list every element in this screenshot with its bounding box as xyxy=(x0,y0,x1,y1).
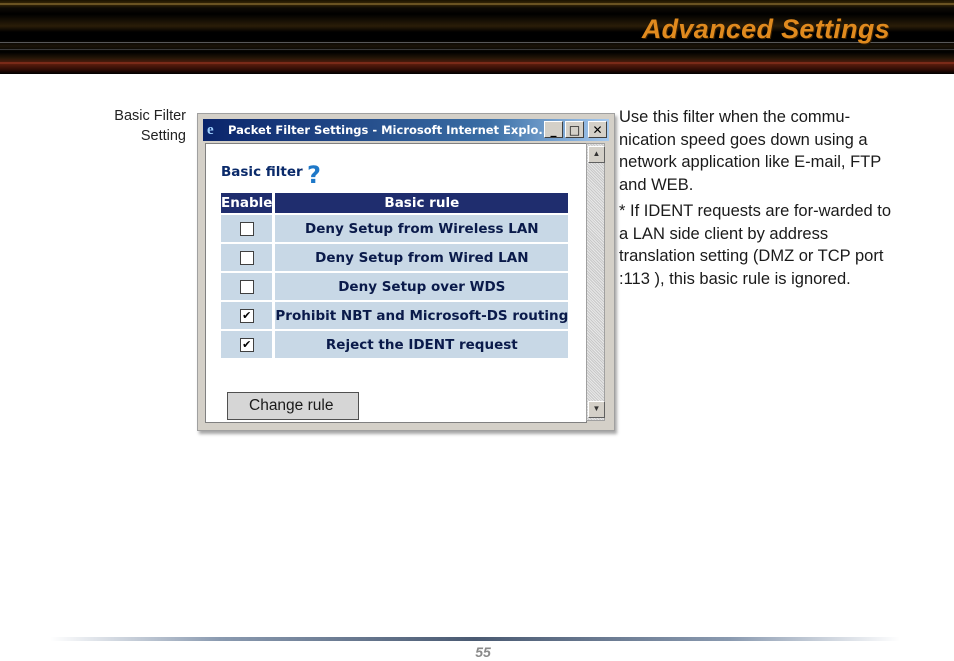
rule-label: Prohibit NBT and Microsoft-DS routing xyxy=(272,302,569,329)
maximize-button[interactable]: □ xyxy=(565,121,584,138)
browser-window: e Packet Filter Settings - Microsoft Int… xyxy=(197,113,615,431)
enable-checkbox[interactable]: ✔ xyxy=(239,337,254,352)
table-header-row: Enable Basic rule xyxy=(221,193,569,213)
basic-filter-heading: Basic filter xyxy=(221,164,303,180)
page-content: Basic filter ? Enable Basic rule Deny Se… xyxy=(205,143,587,423)
header-banner: Advanced Settings xyxy=(0,0,954,74)
minimize-button[interactable]: _ xyxy=(544,121,563,138)
vertical-scrollbar[interactable]: ▲ ▼ xyxy=(586,143,605,421)
rule-label: Deny Setup over WDS xyxy=(272,273,569,300)
enable-cell xyxy=(221,215,273,242)
table-row: Deny Setup from Wired LAN xyxy=(221,244,569,271)
column-header-enable: Enable xyxy=(221,193,273,213)
rule-label: Deny Setup from Wireless LAN xyxy=(272,215,569,242)
rule-label: Reject the IDENT request xyxy=(272,331,569,358)
table-row: Deny Setup over WDS xyxy=(221,273,569,300)
footer-divider xyxy=(50,637,900,641)
ie-logo-icon: e xyxy=(207,122,214,138)
enable-checkbox[interactable] xyxy=(239,221,254,236)
figure-caption: Basic Filter Setting xyxy=(60,106,186,146)
table-row: ✔ Prohibit NBT and Microsoft-DS routing xyxy=(221,302,569,329)
enable-cell xyxy=(221,244,273,271)
enable-checkbox[interactable] xyxy=(239,279,254,294)
basic-rules-table: Enable Basic rule Deny Setup from Wirele… xyxy=(221,191,569,360)
rule-label: Deny Setup from Wired LAN xyxy=(272,244,569,271)
column-header-rule: Basic rule xyxy=(272,193,569,213)
window-titlebar[interactable]: e Packet Filter Settings - Microsoft Int… xyxy=(203,119,609,141)
description-paragraph: Use this filter when the commu-nication … xyxy=(619,108,881,194)
enable-checkbox[interactable]: ✔ xyxy=(239,308,254,323)
banner-stripe xyxy=(0,62,954,64)
table-row: Deny Setup from Wireless LAN xyxy=(221,215,569,242)
enable-cell: ✔ xyxy=(221,331,273,358)
scroll-up-icon[interactable]: ▲ xyxy=(588,146,605,163)
banner-stripe xyxy=(0,3,954,5)
caption-line: Basic Filter xyxy=(114,108,186,124)
enable-cell: ✔ xyxy=(221,302,273,329)
scroll-down-icon[interactable]: ▼ xyxy=(588,401,605,418)
window-title: Packet Filter Settings - Microsoft Inter… xyxy=(228,123,552,137)
banner-stripe xyxy=(0,49,954,50)
enable-checkbox[interactable] xyxy=(239,250,254,265)
enable-cell xyxy=(221,273,273,300)
description-text: Use this filter when the commu-nication … xyxy=(619,106,894,294)
table-row: ✔ Reject the IDENT request xyxy=(221,331,569,358)
description-note: * If IDENT requests are for-warded to a … xyxy=(619,202,892,288)
page-title: Advanced Settings xyxy=(641,14,890,44)
change-rule-button[interactable]: Change rule xyxy=(227,392,359,420)
help-icon[interactable]: ? xyxy=(307,161,321,189)
close-button[interactable]: ✕ xyxy=(588,121,607,138)
page-number: 55 xyxy=(475,644,491,660)
caption-line: Setting xyxy=(140,128,186,144)
